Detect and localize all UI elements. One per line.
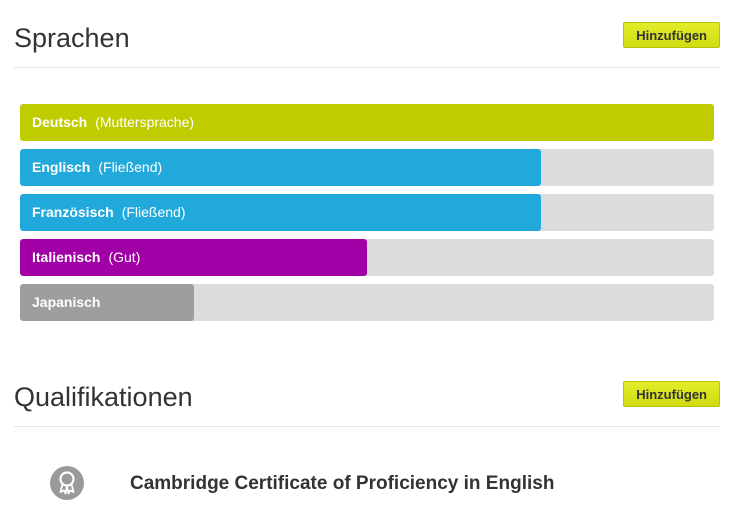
language-item-deutsch[interactable]: Deutsch (Muttersprache) xyxy=(20,104,714,141)
language-level: (Muttersprache) xyxy=(95,114,195,130)
languages-section-title: Sprachen xyxy=(14,23,130,53)
language-item-franzoesisch[interactable]: Französisch (Fließend) xyxy=(20,194,714,231)
language-name: Italienisch xyxy=(32,249,101,265)
language-name: Deutsch xyxy=(32,114,88,130)
language-level: (Fließend) xyxy=(98,159,163,175)
language-item-englisch[interactable]: Englisch (Fließend) xyxy=(20,149,714,186)
language-name: Englisch xyxy=(32,159,91,175)
qualifications-section-title: Qualifikationen xyxy=(14,382,193,412)
qualifications-section-header: Qualifikationen Hinzufügen xyxy=(14,373,720,427)
add-qualification-button[interactable]: Hinzufügen xyxy=(623,381,720,407)
add-language-button[interactable]: Hinzufügen xyxy=(623,22,720,48)
languages-section-header: Sprachen Hinzufügen xyxy=(14,14,720,68)
certificate-icon xyxy=(50,466,84,500)
qualification-item[interactable]: Cambridge Certificate of Proficiency in … xyxy=(50,466,650,506)
language-item-japanisch[interactable]: Japanisch xyxy=(20,284,714,321)
language-level: (Gut) xyxy=(108,249,141,265)
language-name: Japanisch xyxy=(32,294,101,310)
language-item-italienisch[interactable]: Italienisch (Gut) xyxy=(20,239,714,276)
language-level: (Fließend) xyxy=(121,204,186,220)
qualification-name: Cambridge Certificate of Proficiency in … xyxy=(130,473,555,494)
language-list: Deutsch (Muttersprache) Englisch (Fließend… xyxy=(20,104,714,329)
language-name: Französisch xyxy=(32,204,114,220)
